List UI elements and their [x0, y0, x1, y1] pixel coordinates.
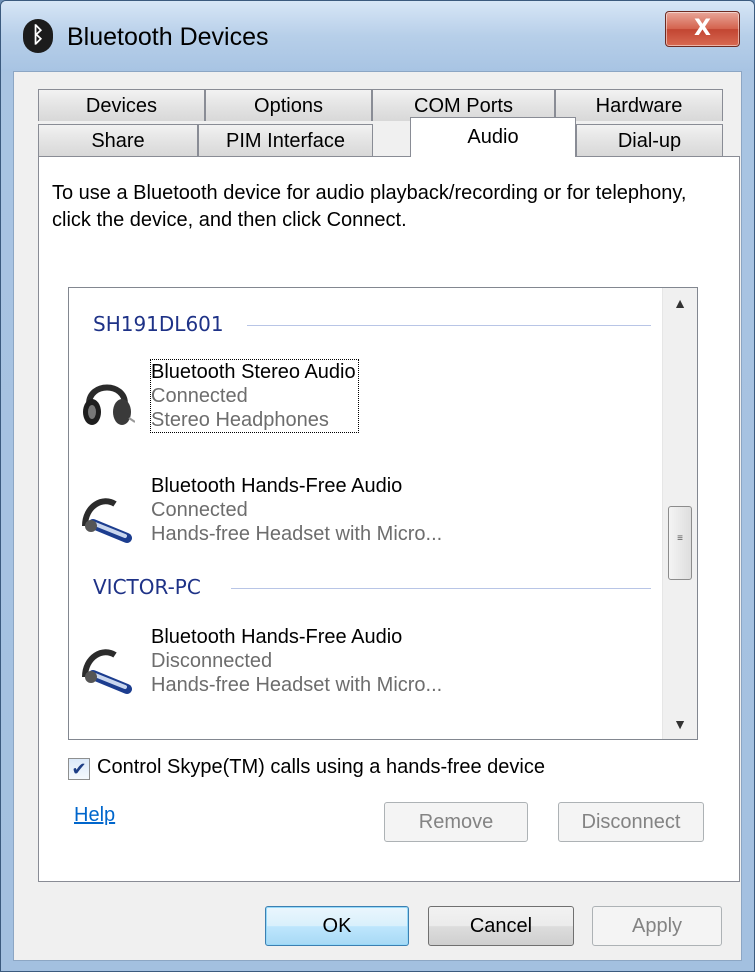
device-text-block: Bluetooth Hands-Free Audio Connected Han… [151, 474, 442, 546]
list-item-bluetooth-hands-free-audio[interactable]: Bluetooth Hands-Free Audio Connected Han… [79, 474, 639, 556]
tab-pim-interface[interactable]: PIM Interface [198, 124, 373, 156]
window-title: Bluetooth Devices [67, 23, 269, 51]
remove-button[interactable]: Remove [384, 802, 528, 842]
headset-icon [79, 639, 135, 695]
apply-button[interactable]: Apply [592, 906, 722, 946]
device-type: Stereo Headphones [151, 409, 329, 431]
group-divider [231, 588, 651, 589]
scroll-up-arrow-icon[interactable]: ▲ [663, 288, 697, 318]
instructions-text: To use a Bluetooth device for audio play… [52, 182, 687, 231]
scroll-thumb[interactable]: ≡ [668, 506, 692, 580]
vertical-scrollbar[interactable]: ▲ ≡ ▼ [662, 288, 697, 739]
dialog-client-area: Devices Options COM Ports Hardware Share… [13, 71, 742, 961]
tab-options[interactable]: Options [205, 89, 372, 121]
help-link[interactable]: Help [74, 804, 115, 827]
tab-audio[interactable]: Audio [410, 117, 576, 157]
device-text-block: Bluetooth Stereo Audio Connected Stereo … [150, 359, 359, 433]
list-item-bluetooth-hands-free-audio[interactable]: Bluetooth Hands-Free Audio Disconnected … [79, 625, 639, 707]
audio-device-list[interactable]: SH191DL601 Bluetooth Stereo Audio Connec… [68, 287, 698, 740]
grip-icon: ≡ [677, 533, 683, 544]
bluetooth-devices-window: ᛒ Bluetooth Devices X Devices Options CO… [0, 0, 755, 972]
device-status: Connected [151, 499, 248, 521]
device-status: Disconnected [151, 650, 273, 672]
skype-control-checkbox[interactable]: ✔ [68, 758, 90, 780]
cancel-button[interactable]: Cancel [428, 906, 574, 946]
skype-control-label[interactable]: Control Skype(TM) calls using a hands-fr… [97, 756, 545, 779]
ok-button[interactable]: OK [265, 906, 409, 946]
device-type: Hands-free Headset with Micro... [151, 674, 443, 696]
device-status: Connected [151, 385, 248, 407]
title-bar[interactable]: ᛒ Bluetooth Devices X [1, 1, 754, 71]
scroll-down-arrow-icon[interactable]: ▼ [663, 709, 697, 739]
group-header-victor-pc: VICTOR-PC [93, 575, 201, 599]
bluetooth-icon: ᛒ [23, 19, 53, 53]
device-name: Bluetooth Hands-Free Audio [151, 475, 403, 497]
device-name: Bluetooth Hands-Free Audio [151, 626, 403, 648]
list-item-bluetooth-stereo-audio[interactable]: Bluetooth Stereo Audio Connected Stereo … [79, 359, 639, 442]
disconnect-button[interactable]: Disconnect [558, 802, 704, 842]
group-header-sh191dl601: SH191DL601 [93, 312, 224, 336]
device-text-block: Bluetooth Hands-Free Audio Disconnected … [151, 625, 442, 697]
headphones-icon [79, 374, 136, 430]
tab-devices[interactable]: Devices [38, 89, 205, 121]
group-divider [247, 325, 651, 326]
device-type: Hands-free Headset with Micro... [151, 523, 443, 545]
tab-hardware[interactable]: Hardware [555, 89, 723, 121]
close-button[interactable]: X [665, 11, 740, 47]
headset-icon [79, 488, 135, 544]
tab-dial-up[interactable]: Dial-up [576, 124, 723, 156]
tab-share[interactable]: Share [38, 124, 198, 156]
device-name: Bluetooth Stereo Audio [151, 361, 356, 383]
